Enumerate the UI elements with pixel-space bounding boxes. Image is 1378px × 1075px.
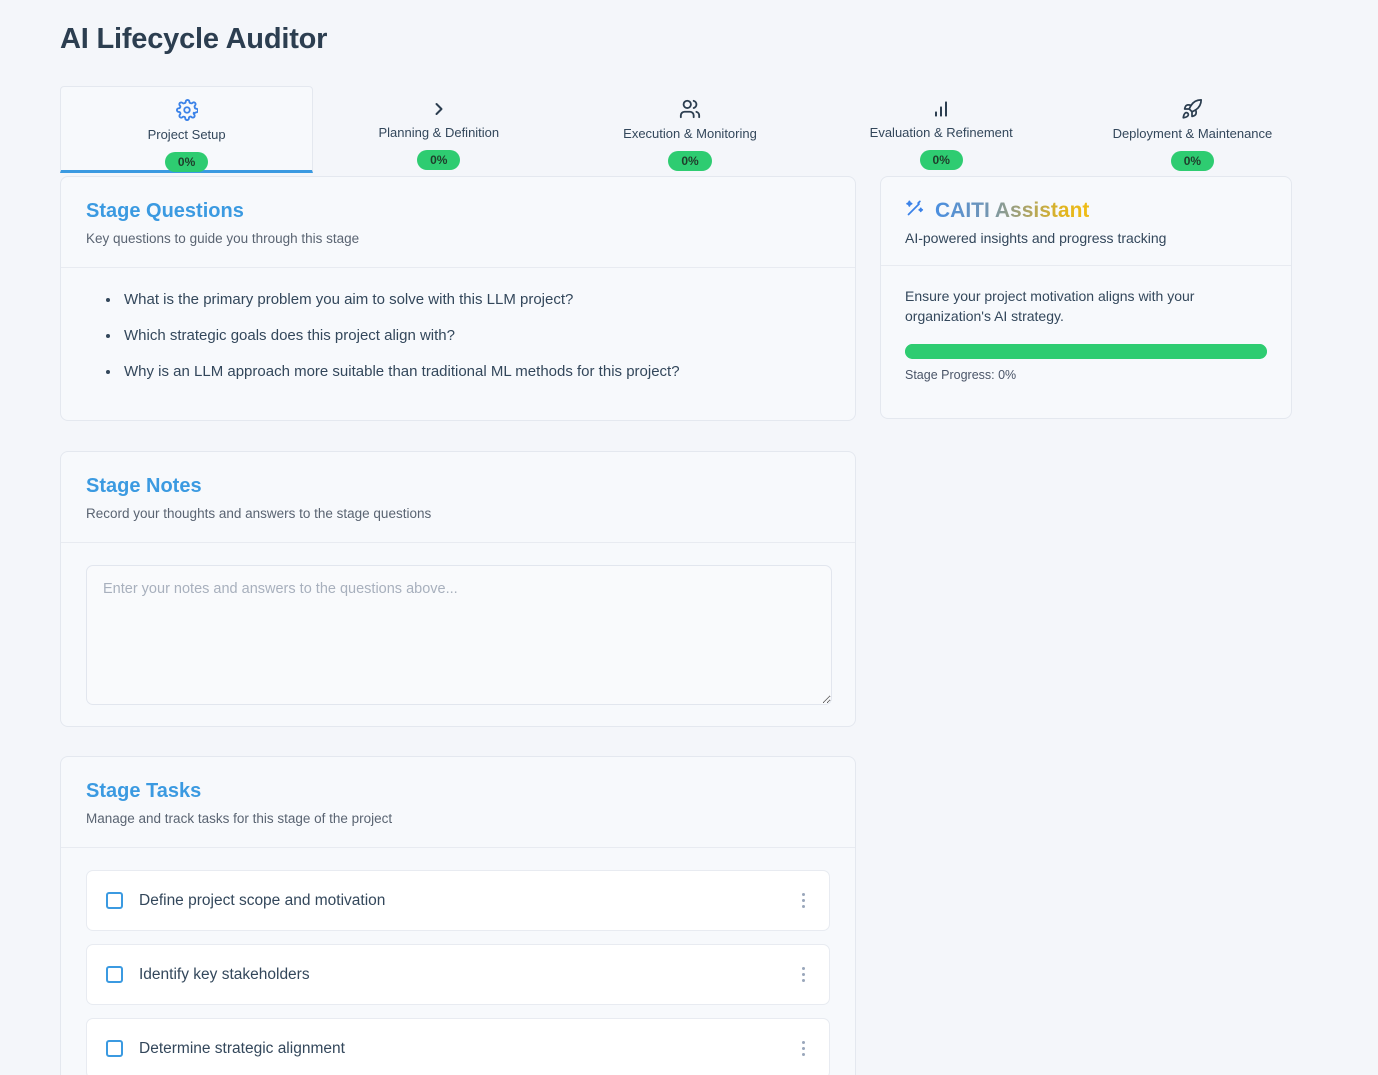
tab-label: Planning & Definition [378,125,499,141]
chevron-right-icon [429,98,449,119]
magic-wand-icon [905,197,926,223]
stage-questions-list: What is the primary problem you aim to s… [86,290,830,382]
rocket-icon [1181,98,1203,120]
tab-evaluation-refinement[interactable]: Evaluation & Refinement 0% [816,86,1067,173]
stage-questions-header: Stage Questions Key questions to guide y… [61,177,855,268]
task-menu-icon[interactable] [795,962,812,987]
table-row[interactable]: Define project scope and motivation [86,870,830,931]
stage-questions-title: Stage Questions [86,199,830,223]
bar-chart-icon [931,98,951,119]
task-checkbox[interactable] [106,966,123,983]
stage-progress-bar [905,344,1267,359]
tab-planning-definition[interactable]: Planning & Definition 0% [313,86,564,173]
stage-tasks-header: Stage Tasks Manage and track tasks for t… [61,757,855,848]
tab-progress-badge: 0% [668,151,711,171]
stage-questions-card: Stage Questions Key questions to guide y… [60,176,856,421]
tab-execution-monitoring[interactable]: Execution & Monitoring 0% [564,86,815,173]
caiti-assistant-subtitle: AI-powered insights and progress trackin… [905,229,1267,247]
stage-tasks-title: Stage Tasks [86,779,830,803]
stage-notes-body [61,543,855,730]
task-label: Determine strategic alignment [139,1039,795,1059]
stage-notes-card: Stage Notes Record your thoughts and ans… [60,451,856,727]
task-label: Identify key stakeholders [139,965,795,985]
list-item: Which strategic goals does this project … [106,326,830,346]
list-item: Why is an LLM approach more suitable tha… [106,362,830,382]
stage-notes-subtitle: Record your thoughts and answers to the … [86,505,830,522]
caiti-assistant-card: CAITI Assistant AI-powered insights and … [880,176,1292,419]
stage-notes-input[interactable] [86,565,832,705]
stage-notes-header: Stage Notes Record your thoughts and ans… [61,452,855,543]
app-root: AI Lifecycle Auditor Project Setup 0% Pl… [0,0,1378,1075]
gear-icon [176,99,198,121]
tab-progress-badge: 0% [417,150,460,170]
tab-progress-badge: 0% [1171,151,1214,171]
task-label: Define project scope and motivation [139,891,795,911]
stage-progress-fill [905,344,1267,359]
stage-tasks-subtitle: Manage and track tasks for this stage of… [86,810,830,827]
tab-label: Deployment & Maintenance [1113,126,1273,142]
task-menu-icon[interactable] [795,888,812,913]
stage-questions-body: What is the primary problem you aim to s… [61,268,855,407]
caiti-tip-text: Ensure your project motivation aligns wi… [905,286,1267,326]
task-checkbox[interactable] [106,892,123,909]
tab-project-setup[interactable]: Project Setup 0% [60,86,313,173]
users-icon [679,98,701,120]
stage-notes-title: Stage Notes [86,474,830,498]
tab-deployment-maintenance[interactable]: Deployment & Maintenance 0% [1067,86,1318,173]
stage-tasks-card: Stage Tasks Manage and track tasks for t… [60,756,856,1075]
caiti-assistant-title: CAITI Assistant [935,198,1089,223]
stage-tasks-body: Define project scope and motivation Iden… [61,848,855,1075]
stage-progress-label: Stage Progress: 0% [905,368,1267,383]
stage-questions-subtitle: Key questions to guide you through this … [86,230,830,247]
task-menu-icon[interactable] [795,1036,812,1061]
tab-progress-badge: 0% [920,150,963,170]
table-row[interactable]: Determine strategic alignment [86,1018,830,1075]
caiti-title-row: CAITI Assistant [905,197,1267,223]
page-title: AI Lifecycle Auditor [60,23,327,56]
stage-tab-bar: Project Setup 0% Planning & Definition 0… [60,86,1318,173]
table-row[interactable]: Identify key stakeholders [86,944,830,1005]
tab-label: Project Setup [148,127,226,143]
list-item: What is the primary problem you aim to s… [106,290,830,310]
tab-progress-badge: 0% [165,152,208,172]
caiti-assistant-header: CAITI Assistant AI-powered insights and … [881,177,1291,266]
caiti-assistant-body: Ensure your project motivation aligns wi… [881,266,1291,403]
task-checkbox[interactable] [106,1040,123,1057]
tab-label: Evaluation & Refinement [870,125,1013,141]
tab-label: Execution & Monitoring [623,126,757,142]
